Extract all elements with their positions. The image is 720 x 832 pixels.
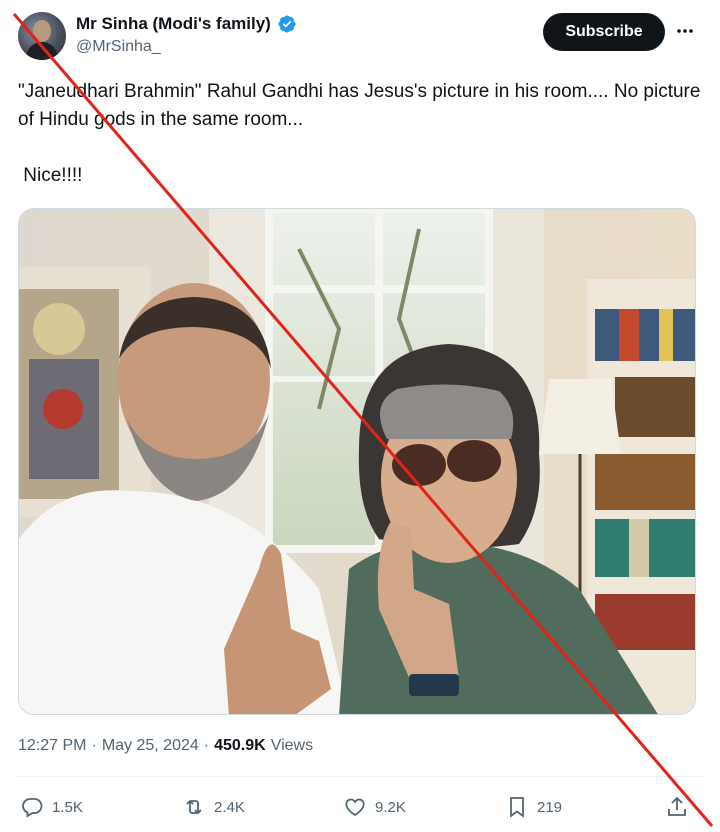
tweet-text-line-1: "Janeudhari Brahmin" Rahul Gandhi has Je… — [18, 81, 706, 130]
repost-count: 2.4K — [214, 798, 245, 816]
subscribe-button[interactable]: Subscribe — [543, 13, 665, 51]
ellipsis-icon[interactable] — [674, 20, 696, 42]
share-button[interactable] — [665, 790, 689, 824]
meta-separator: · — [203, 737, 210, 754]
tweet-meta: 12:27 PM · May 25, 2024 · 450.9K Views — [18, 737, 313, 755]
verified-badge-icon[interactable] — [277, 14, 297, 34]
tweet-text-line-2: Nice!!!! — [18, 165, 83, 186]
tweet-text: "Janeudhari Brahmin" Rahul Gandhi has Je… — [18, 78, 708, 190]
author-name-row: Mr Sinha (Modi's family) — [76, 14, 297, 34]
bookmark-icon — [505, 795, 529, 819]
divider — [18, 776, 702, 777]
heart-icon — [343, 795, 367, 819]
tweet-actions: 1.5K 2.4K 9.2K 219 — [18, 790, 702, 824]
author-display-name[interactable]: Mr Sinha (Modi's family) — [76, 14, 271, 34]
reply-icon — [20, 795, 44, 819]
tweet-header: Mr Sinha (Modi's family) @MrSinha_ Subsc… — [18, 12, 702, 62]
bookmark-count: 219 — [537, 798, 563, 816]
repost-button[interactable]: 2.4K — [182, 790, 245, 824]
tweet-time[interactable]: 12:27 PM — [18, 737, 86, 755]
photo-illustration — [19, 209, 695, 714]
tweet-photo[interactable] — [18, 208, 696, 715]
like-button[interactable]: 9.2K — [343, 790, 406, 824]
reply-button[interactable]: 1.5K — [20, 790, 83, 824]
like-count: 9.2K — [375, 798, 406, 816]
repost-icon — [182, 795, 206, 819]
views-count: 450.9K — [214, 737, 266, 754]
tweet-date[interactable]: May 25, 2024 — [102, 737, 199, 755]
avatar[interactable] — [18, 12, 66, 60]
bookmark-button[interactable]: 219 — [505, 790, 562, 824]
share-icon — [665, 795, 689, 819]
meta-separator: · — [91, 737, 97, 754]
reply-count: 1.5K — [52, 798, 83, 816]
author-handle[interactable]: @MrSinha_ — [76, 38, 161, 56]
avatar-face — [33, 20, 51, 42]
avatar-body — [26, 42, 58, 60]
views-label: Views — [270, 737, 314, 754]
